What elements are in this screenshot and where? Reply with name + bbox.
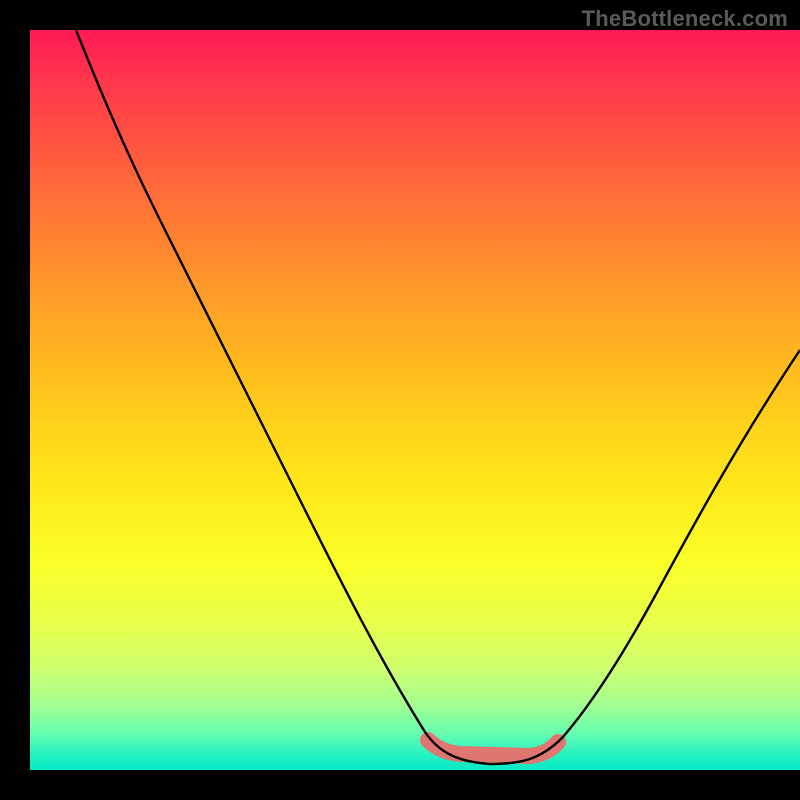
- plot-area: [30, 30, 800, 770]
- chart-container: TheBottleneck.com: [0, 0, 800, 800]
- watermark-text: TheBottleneck.com: [582, 6, 788, 32]
- curve-svg: [30, 30, 800, 770]
- bottleneck-curve: [76, 30, 800, 764]
